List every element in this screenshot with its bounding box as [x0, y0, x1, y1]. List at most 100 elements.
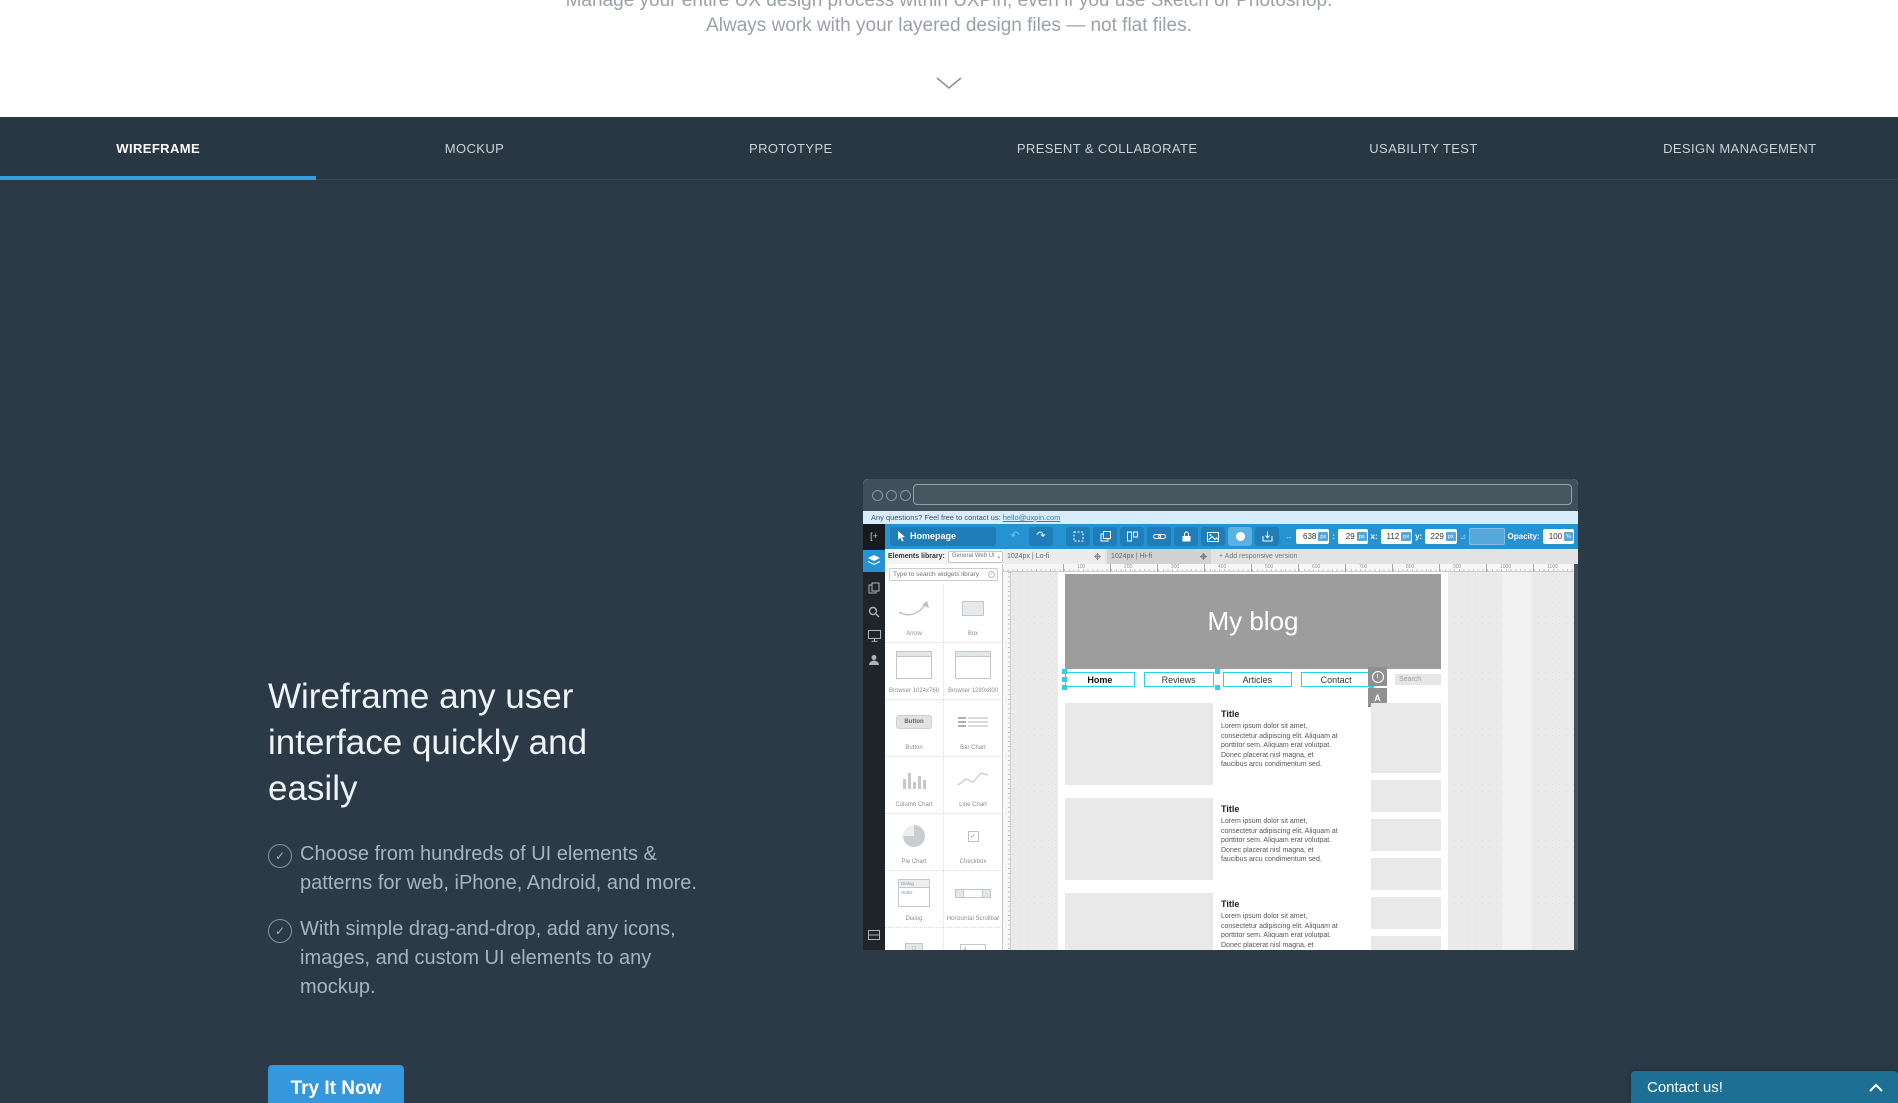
widget-pie-chart: Pie Chart [885, 813, 943, 871]
tagline: Manage your entire UX design process wit… [0, 0, 1898, 38]
article-title: Title [1221, 709, 1338, 719]
vertical-ruler [1003, 572, 1011, 950]
height-field: 29 px [1338, 529, 1368, 544]
cursor-icon [897, 531, 905, 542]
url-field [913, 484, 1572, 505]
export-icon [1255, 527, 1279, 546]
sidebar-placeholder [1371, 858, 1441, 890]
pages-icon [863, 577, 885, 599]
widget-button: Button Button [885, 699, 943, 757]
chevron-down-icon: ▾ [997, 554, 1000, 563]
widget-line-chart: Line Chart [943, 756, 1002, 814]
elements-library-header: Elements library: General Web UI ▾ [885, 549, 1003, 564]
check-icon: ✓ [268, 844, 292, 868]
width-field: 638 px [1296, 529, 1329, 544]
bullet-item: ✓ With simple drag-and-drop, add any ico… [268, 915, 708, 1002]
tab-usability-test[interactable]: USABILITY TEST [1265, 117, 1581, 179]
arrow-curve-icon [897, 599, 931, 617]
tagline-line-2: Always work with your layered design fil… [0, 13, 1898, 38]
copy-icon [1093, 527, 1117, 546]
article-title: Title [1221, 804, 1338, 814]
feature-bullets: ✓ Choose from hundreds of UI elements & … [268, 840, 708, 1019]
y-field: 229 px [1425, 529, 1456, 544]
marquee-tool-icon [1066, 527, 1090, 546]
widget-text-input: A [943, 927, 1002, 950]
tab-label: MOCKUP [445, 141, 504, 156]
sidebar-placeholder [1371, 936, 1441, 950]
elements-library-panel: × Arrow Box Browser 1024x768 Browser 128… [885, 564, 1003, 950]
tab-label: DESIGN MANAGEMENT [1663, 141, 1816, 156]
editor-toolbar: [+ Homepage ↶ ↷ [863, 524, 1578, 549]
tab-label: PRESENT & COLLABORATE [1017, 141, 1198, 156]
lock-icon [1174, 527, 1198, 546]
tab-label: USABILITY TEST [1369, 141, 1477, 156]
widget-horizontal-scrollbar: Horizontal Scrollbar [943, 870, 1002, 928]
tagline-line-1: Manage your entire UX design process wit… [0, 0, 1898, 13]
bar-chart-icon [958, 715, 988, 729]
heading-line: easily [268, 766, 688, 812]
selection-handle [1215, 669, 1220, 674]
sidebar-placeholder [1371, 897, 1441, 929]
blog-banner: My blog [1065, 574, 1441, 669]
heading-line: interface quickly and [268, 720, 688, 766]
window-button-icon [872, 490, 883, 501]
checkbox-icon: ✓ [968, 831, 979, 842]
dimension-fields: ↔ 638 px : 29 px x: 112 px y: 229 px ⊿ [1285, 527, 1574, 546]
bullet-text: With simple drag-and-drop, add any icons… [300, 918, 676, 998]
article-body: Lorem ipsum dolor sit amet, consectetur … [1221, 722, 1338, 770]
contact-us-bar[interactable]: Contact us! [1631, 1071, 1898, 1103]
undo-icon: ↶ [1003, 527, 1027, 546]
tab-label: WIREFRAME [116, 141, 200, 156]
tab-present-collaborate[interactable]: PRESENT & COLLABORATE [949, 117, 1265, 179]
widget-browser-1280: Browser 1280x800 [943, 642, 1002, 700]
tab-wireframe[interactable]: WIREFRAME [0, 117, 316, 179]
widget-checkbox: ✓ Checkbox [943, 813, 1002, 871]
banner-title: My blog [1207, 606, 1298, 637]
chevron-up-icon [1868, 1083, 1884, 1092]
sphere-tool-icon [1228, 527, 1252, 546]
notification-bar: Any questions? Feel free to contact us: … [863, 511, 1578, 524]
keyboard-icon [863, 924, 885, 946]
widget-bar-chart: Bar Chart [943, 699, 1002, 757]
widget-browser-1024: Browser 1024x768 [885, 642, 943, 700]
image-placeholder [1065, 893, 1213, 950]
selection-handle [1215, 685, 1220, 690]
editor-screenshot: Any questions? Feel free to contact us: … [863, 479, 1578, 950]
article-body: Lorem ipsum dolor sit amet, consectetur … [1221, 912, 1338, 950]
editor-sidebar [863, 549, 885, 950]
resize-icon: ↔ [1285, 532, 1293, 541]
wireframe-nav-home: Home [1065, 672, 1135, 687]
contact-us-label: Contact us! [1631, 1079, 1868, 1096]
widget-arrow: Arrow [885, 585, 943, 643]
editor-canvas: 100200 300400 500600 700800 9001000 1100… [1003, 564, 1578, 950]
sidebar-placeholder [1371, 780, 1441, 812]
clear-search-icon: × [988, 571, 995, 578]
window-button-icon [900, 490, 911, 501]
angle-icon: ⊿ [1460, 532, 1467, 541]
wireframe-nav-contact: Contact [1301, 672, 1371, 687]
x-field: 112 px [1381, 529, 1412, 544]
browser-icon [896, 651, 932, 679]
page-selector-button: Homepage [890, 527, 996, 546]
elements-bar: Elements library: General Web UI ▾ 1024p… [863, 549, 1578, 564]
tab-prototype[interactable]: PROTOTYPE [633, 117, 949, 179]
image-icon: □ [905, 943, 923, 950]
bullet-item: ✓ Choose from hundreds of UI elements & … [268, 840, 708, 898]
selection-handle [1062, 677, 1067, 682]
tab-mockup[interactable]: MOCKUP [316, 117, 632, 179]
sidebar-placeholder [1371, 819, 1441, 851]
info-overlay-button: i [1368, 667, 1387, 686]
gear-icon [1200, 553, 1207, 560]
wireframe-search-field: Search [1395, 674, 1441, 685]
selection-handle [1062, 685, 1067, 690]
heading-line: Wireframe any user [268, 674, 688, 720]
widget-box: Box [943, 585, 1002, 643]
try-it-now-button[interactable]: Try It Now [268, 1065, 404, 1103]
line-chart-icon [957, 770, 989, 788]
box-icon [962, 601, 984, 616]
tab-design-management[interactable]: DESIGN MANAGEMENT [1582, 117, 1898, 179]
section-heading: Wireframe any user interface quickly and… [268, 674, 688, 812]
browser-chrome [863, 479, 1578, 511]
rotation-field [1469, 528, 1504, 545]
scrollbar-icon [955, 889, 991, 898]
